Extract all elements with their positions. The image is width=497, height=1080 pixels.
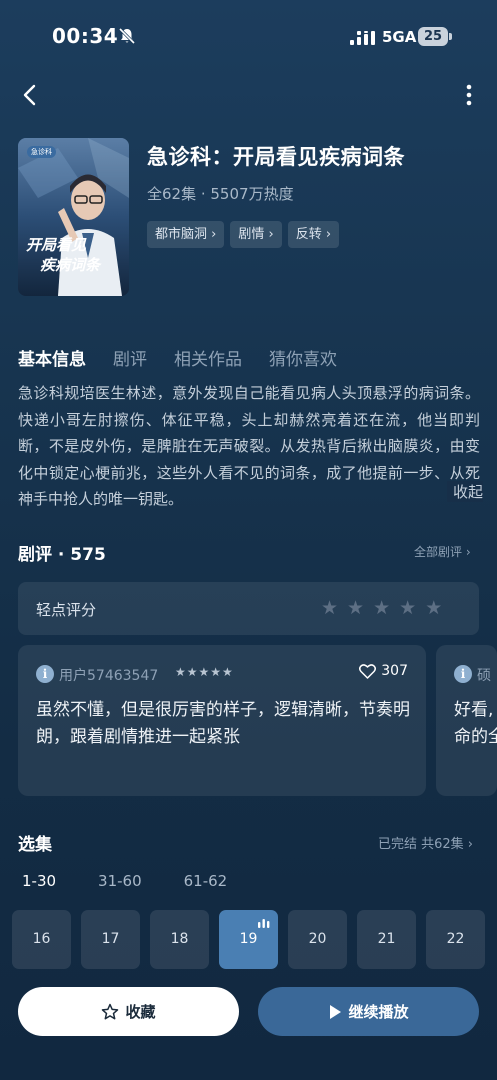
user-avatar	[454, 665, 472, 683]
range-tab-31-60[interactable]: 31-60	[98, 872, 142, 890]
range-tab-61-62[interactable]: 61-62	[184, 872, 228, 890]
tag-twist[interactable]: 反转 ›	[287, 221, 340, 248]
review-card[interactable]: 硕 好看, 命的全	[436, 645, 497, 796]
drama-meta: 全62集 · 5507万热度	[147, 185, 294, 203]
back-chevron-icon[interactable]	[18, 82, 44, 108]
episode-button[interactable]: 20	[288, 910, 347, 969]
range-tab-1-30[interactable]: 1-30	[22, 872, 56, 890]
star-outline-icon	[102, 1003, 119, 1019]
signal-icon	[350, 31, 375, 45]
tag-list: 都市脑洞 › 剧情 › 反转 ›	[147, 221, 340, 248]
rating-star-icon[interactable]: ★	[347, 598, 364, 618]
episodes-status-link[interactable]: 已完结 共62集 ›	[378, 833, 473, 852]
poster-badge: 急诊科	[27, 146, 56, 158]
rating-star-icon[interactable]: ★	[373, 598, 390, 618]
like-button[interactable]: 307	[359, 663, 408, 679]
bell-muted-icon	[118, 27, 136, 45]
episode-button[interactable]: 22	[426, 910, 485, 969]
network-type: 5GA	[382, 28, 417, 46]
rating-stars[interactable]: ★ ★ ★ ★ ★	[321, 598, 442, 618]
like-count: 307	[381, 663, 408, 679]
status-time: 00:34	[52, 24, 119, 48]
battery-tip	[449, 33, 452, 40]
tab-reviews[interactable]: 剧评	[113, 345, 147, 370]
more-options-icon[interactable]	[459, 82, 479, 108]
tab-bar: 基本信息 剧评 相关作品 猜你喜欢	[18, 345, 337, 370]
battery-indicator: 25	[418, 27, 448, 46]
rating-star-icon[interactable]: ★	[425, 598, 442, 618]
rating-star-icon[interactable]: ★	[321, 598, 338, 618]
episode-button[interactable]: 18	[150, 910, 209, 969]
play-icon	[330, 1004, 342, 1019]
episode-number: 19	[239, 931, 258, 947]
tag-plot[interactable]: 剧情 ›	[230, 221, 282, 248]
review-text-line2: 命的全	[454, 727, 497, 747]
tab-related-works[interactable]: 相关作品	[174, 345, 242, 370]
heart-icon	[359, 663, 377, 679]
rating-star-icon[interactable]: ★	[399, 598, 416, 618]
poster-title-line1: 开局看见	[26, 236, 87, 254]
tag-urban-fantasy[interactable]: 都市脑洞 ›	[147, 221, 225, 248]
play-label: 继续播放	[348, 1003, 409, 1021]
review-username: 硕	[477, 668, 491, 684]
episode-button[interactable]: 17	[81, 910, 140, 969]
episode-button[interactable]: 16	[12, 910, 71, 969]
user-avatar	[36, 665, 54, 683]
episode-button[interactable]: 21	[357, 910, 416, 969]
review-stars: ★★★★★	[175, 665, 234, 679]
episode-button-current[interactable]: 19	[219, 910, 278, 969]
episode-range-tabs: 1-30 31-60 61-62	[22, 872, 227, 890]
rating-label: 轻点评分	[36, 601, 97, 619]
tab-basic-info[interactable]: 基本信息	[18, 345, 86, 370]
review-text: 虽然不懂，但是很厉害的样子，逻辑清晰，节奏明朗，跟着剧情推进一起紧张	[36, 700, 410, 747]
continue-play-button[interactable]: 继续播放	[258, 987, 479, 1036]
tab-recommendations[interactable]: 猜你喜欢	[269, 345, 337, 370]
drama-poster[interactable]: 急诊科 开局看见 疾病词条	[18, 138, 129, 296]
poster-title-line2: 疾病词条	[40, 256, 101, 274]
review-card[interactable]: 用户57463547 ★★★★★ 307 虽然不懂，但是很厉害的样子，逻辑清晰，…	[18, 645, 426, 796]
collapse-button[interactable]: 收起	[447, 481, 484, 502]
playing-bars-icon	[258, 919, 270, 928]
episodes-title: 选集	[18, 835, 52, 855]
all-reviews-link[interactable]: 全部剧评 ›	[414, 543, 471, 560]
review-username: 用户57463547	[59, 668, 159, 684]
drama-description: 急诊科规培医生林述，意外发现自己能看见病人头顶悬浮的病词条。快递小哥左肘擦伤、体…	[18, 384, 480, 508]
reviews-title: 剧评 · 575	[18, 545, 106, 565]
favorite-label: 收藏	[125, 1003, 156, 1021]
review-text-line1: 好看,	[454, 700, 494, 720]
episode-list: 16 17 18 19 20 21 22	[12, 910, 485, 969]
favorite-button[interactable]: 收藏	[18, 987, 239, 1036]
drama-title: 急诊科：开局看见疾病词条	[147, 145, 405, 169]
